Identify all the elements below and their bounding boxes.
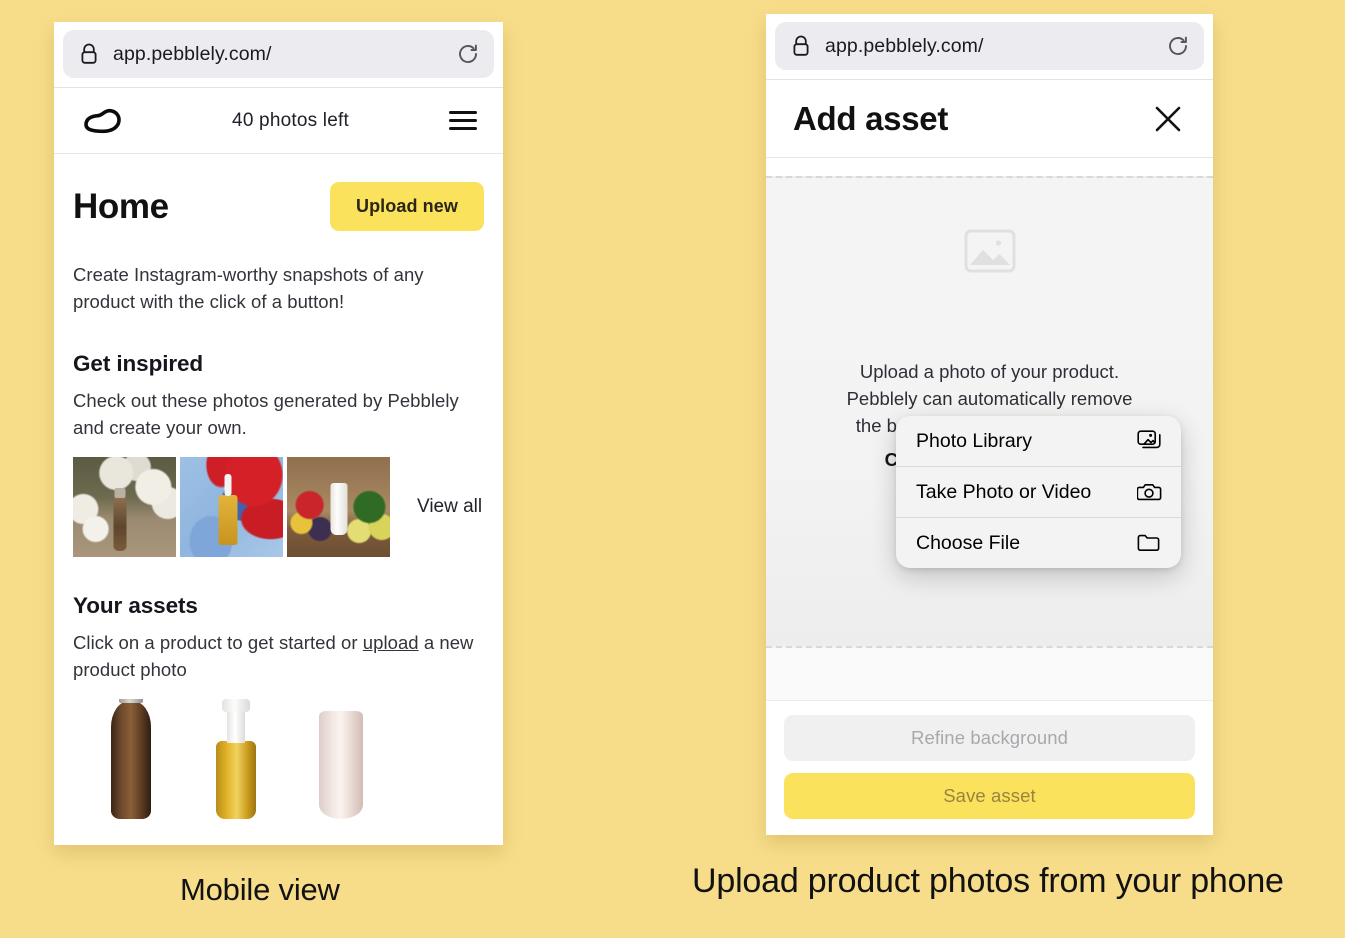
lock-icon [81,43,97,64]
assets-list [73,699,484,819]
inspiration-gallery: View all [73,457,484,557]
mobile-view-phone-card: app.pebblely.com/ 40 photos left Home Up… [54,22,503,845]
reload-icon[interactable] [1166,34,1190,58]
asset-item[interactable] [79,699,183,819]
get-inspired-description: Check out these photos generated by Pebb… [73,390,459,438]
hamburger-menu-icon[interactable] [437,106,477,135]
image-placeholder-icon [964,229,1015,273]
asset-item[interactable] [289,699,393,819]
lock-icon [793,35,809,56]
modal-footer: Refine background Save asset [766,700,1213,835]
reload-icon[interactable] [456,42,480,66]
page-title: Home [73,186,169,226]
pebble-logo-icon [84,108,121,133]
action-sheet-label: Take Photo or Video [916,480,1092,503]
dropzone-line-2: Pebblely can automatically remove [846,388,1133,409]
browser-chrome-right: app.pebblely.com/ [766,14,1213,79]
refine-background-button[interactable]: Refine background [784,715,1195,761]
close-icon[interactable] [1151,102,1185,136]
modal-title: Add asset [793,99,949,137]
your-assets-description: Click on a product to get started or upl… [73,629,484,683]
url-text: app.pebblely.com/ [113,42,272,65]
folder-icon [1137,534,1160,551]
gallery-thumbnail[interactable] [287,457,390,557]
view-all-link[interactable]: View all [417,496,482,518]
action-sheet-item-choose-file[interactable]: Choose File [896,518,1181,568]
upload-dropzone[interactable]: Upload a photo of your product. Pebblely… [766,176,1213,648]
dropzone-line-1: Upload a photo of your product. [859,361,1120,382]
footer-spacer [766,648,1213,700]
upload-link[interactable]: upload [363,632,419,653]
action-sheet-item-photo-library[interactable]: Photo Library [896,416,1181,466]
ios-action-sheet: Photo Library Take Photo or Video Choose… [896,416,1181,568]
action-sheet-label: Photo Library [916,429,1032,452]
address-bar-right[interactable]: app.pebblely.com/ [775,22,1204,70]
home-intro-text: Create Instagram-worthy snapshots of any… [73,264,424,312]
dropzone-wrapper: Upload a photo of your product. Pebblely… [766,158,1213,648]
upload-new-button[interactable]: Upload new [329,182,484,231]
photo-library-icon [1137,430,1161,449]
browser-chrome-left: app.pebblely.com/ [54,22,503,87]
add-asset-phone-card: app.pebblely.com/ Add asset Upload a pho… [766,14,1213,835]
gallery-thumbnail[interactable] [180,457,283,557]
action-sheet-label: Choose File [916,531,1021,554]
gallery-thumbnail[interactable] [73,457,176,557]
screenshot-stage: app.pebblely.com/ 40 photos left Home Up… [0,0,1345,938]
camera-icon [1137,484,1162,501]
get-inspired-heading: Get inspired [73,351,204,376]
app-header: 40 photos left [54,88,503,154]
home-content: Home Upload new Create Instagram-worthy … [54,154,503,819]
home-title-row: Home Upload new [73,182,484,231]
logo-slot[interactable] [78,105,144,137]
url-text: app.pebblely.com/ [825,34,984,57]
your-assets-heading: Your assets [73,593,198,618]
add-asset-header: Add asset [766,80,1213,158]
caption-upload-photos: Upload product photos from your phone [692,862,1284,900]
save-asset-button[interactable]: Save asset [784,773,1195,819]
photos-left-counter: 40 photos left [232,109,349,131]
assets-desc-before: Click on a product to get started or [73,632,363,653]
caption-mobile-view: Mobile view [180,872,340,907]
action-sheet-item-take-photo[interactable]: Take Photo or Video [896,467,1181,517]
asset-item[interactable] [184,699,288,819]
address-bar-left[interactable]: app.pebblely.com/ [63,30,494,78]
